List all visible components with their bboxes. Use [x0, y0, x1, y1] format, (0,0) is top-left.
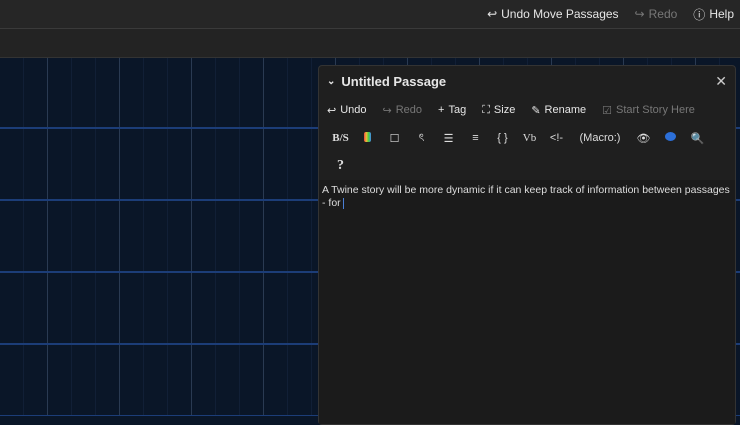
start-story-here-button[interactable]: ☑ Start Story Here [602, 104, 695, 117]
passage-toolbar: ↩ Undo ↪ Redo + Tag ⛶ Size ✎ Rename ☑ Start St… [319, 96, 735, 124]
checkbox-icon: ☑ [602, 104, 612, 117]
bold-strike-button[interactable]: B/S [327, 132, 354, 144]
passage-edit-dialog: ⌄ Untitled Passage ✕ ↩ Undo ↪ Redo + Tag ⛶ S… [318, 65, 736, 425]
rename-icon: ✎ [531, 104, 541, 117]
eye-icon[interactable]: 👁 [630, 132, 657, 145]
secondary-toolbar [0, 29, 740, 58]
undo-icon: ↩ [487, 7, 498, 21]
search-icon[interactable]: 🔍 [684, 132, 711, 145]
plus-icon: + [438, 104, 445, 116]
close-icon[interactable]: ✕ [715, 73, 727, 90]
passage-text-editor[interactable]: A Twine story will be more dynamic if it… [319, 180, 735, 424]
help-button[interactable]: ? [327, 158, 354, 174]
help-icon: ⓘ [693, 7, 706, 22]
redo-icon: ↪ [382, 104, 392, 117]
undo-icon: ↩ [327, 104, 337, 117]
size-icon: ⛶ [482, 103, 490, 116]
rename-button[interactable]: ✎ Rename [531, 104, 586, 117]
redo-button[interactable]: ↪ Redo [383, 104, 423, 117]
macro-button[interactable]: (Macro:) [570, 132, 630, 144]
tag-button[interactable]: + Tag [438, 104, 466, 116]
top-toolbar: ↩ Undo Move Passages ↪ Redo ⓘ Help [0, 0, 740, 29]
undo-move-passages-button[interactable]: ↩ Undo Move Passages [487, 7, 618, 21]
box-icon[interactable]: ☐ [381, 132, 408, 145]
link-icon[interactable]: ৎ [408, 129, 435, 148]
help-button[interactable]: ⓘ Help [693, 6, 734, 23]
text-caret [342, 197, 344, 209]
code-button[interactable]: { } [489, 132, 516, 144]
passage-title: Untitled Passage [341, 73, 447, 89]
verbatim-button[interactable]: Vb [516, 132, 543, 144]
size-button[interactable]: ⛶ Size [482, 104, 515, 117]
undo-button[interactable]: ↩ Undo [327, 104, 367, 117]
format-toolbar: B/S ☐ ৎ ☰ ≡ { } Vb <!- (Macro:) 👁 🔍 [319, 124, 735, 152]
redo-button[interactable]: ↪ Redo [635, 7, 678, 21]
collapse-chevron-icon[interactable]: ⌄ [327, 76, 335, 87]
align-icon[interactable]: ≡ [462, 132, 489, 144]
comment-button[interactable]: <!- [543, 132, 570, 144]
speech-bubble-icon[interactable] [657, 132, 684, 144]
redo-icon: ↪ [634, 7, 645, 21]
list-icon[interactable]: ☰ [435, 132, 462, 145]
color-icon[interactable] [354, 131, 381, 145]
